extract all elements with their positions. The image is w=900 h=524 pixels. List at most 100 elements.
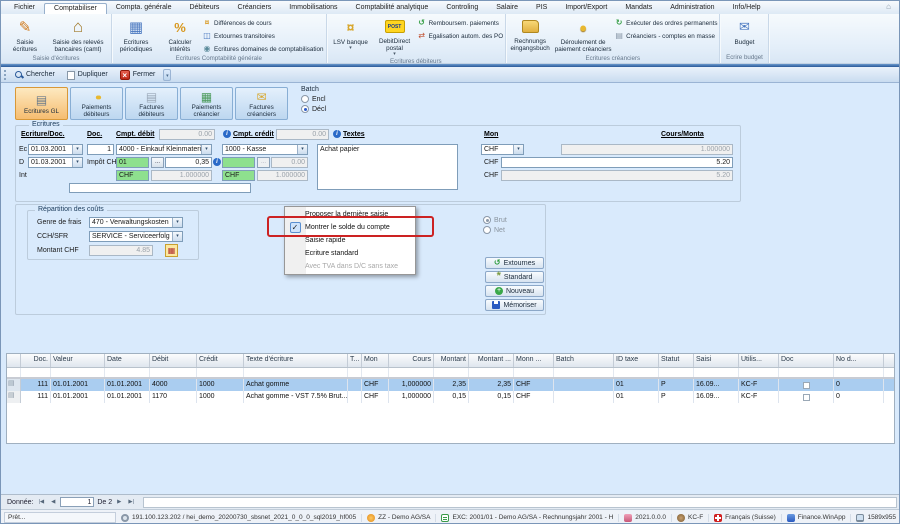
credit-tax-code-field[interactable]: [222, 157, 255, 168]
grid-cell[interactable]: 1,000000: [389, 379, 434, 391]
toolbar-grip[interactable]: [4, 70, 7, 80]
ribbon-options-icon[interactable]: ⌂: [886, 2, 891, 11]
grid-cell[interactable]: 0: [834, 391, 884, 403]
radio-net[interactable]: Net: [483, 226, 507, 234]
ribbon-button-ex-cuter-des-ordres-permanents[interactable]: Exécuter des ordres permanents: [614, 18, 717, 28]
header-cmpt-debit[interactable]: Cmpt. débit: [116, 131, 155, 138]
grid-cell[interactable]: 1000: [197, 391, 244, 403]
ribbon-button-saisie-critures[interactable]: Saisie écritures: [3, 15, 47, 54]
debit-tax-amount-field[interactable]: 0,35: [165, 157, 212, 168]
grid-cell[interactable]: [779, 391, 834, 403]
tab-factures-d-biteurs[interactable]: Factures débiteurs: [125, 87, 178, 120]
ec-date-combo[interactable]: 01.03.2001: [28, 144, 83, 155]
column-header-statut[interactable]: Statut: [659, 354, 694, 367]
ec-doc-field[interactable]: 1: [87, 144, 114, 155]
debit-tax-browse-button[interactable]: ...: [151, 157, 164, 168]
table-row[interactable]: ▤11101.01.200101.01.200140001000Achat go…: [7, 379, 894, 391]
grid-cell[interactable]: 0,15: [434, 391, 469, 403]
grid-cell[interactable]: 0,15: [469, 391, 514, 403]
grid-cell[interactable]: CHF: [514, 379, 554, 391]
menu-item-ecriture-standard[interactable]: Ecriture standard: [285, 247, 415, 260]
ribbon-button-rechnungs-eingangsbuch[interactable]: Rechnungs eingangsbuch: [508, 15, 552, 53]
column-header-no-d[interactable]: No d...: [834, 354, 884, 367]
grid-cell[interactable]: KC-F: [739, 391, 779, 403]
column-header-doc[interactable]: Doc.: [21, 354, 51, 367]
toolbar-button-chercher[interactable]: Chercher: [11, 68, 61, 82]
grid-cell[interactable]: 01: [614, 391, 659, 403]
int-field[interactable]: [69, 183, 251, 193]
menu-item-avec-tva-dans-d-c-sans-taxe[interactable]: Avec TVA dans D/C sans taxe: [285, 260, 415, 273]
tab-ecritures-gl[interactable]: Ecritures GL: [15, 87, 68, 120]
tab-factures-cr-anciers[interactable]: Factures créanciers: [235, 87, 288, 120]
grid-cell[interactable]: [779, 379, 834, 391]
grid-cell[interactable]: Achat gomme: [244, 379, 348, 391]
menu-tab-controling[interactable]: Controling: [437, 3, 487, 14]
menu-tab-compta-g-n-rale[interactable]: Compta. générale: [107, 3, 181, 14]
next-record-button[interactable]: ▶: [115, 497, 123, 507]
record-number-input[interactable]: 1: [60, 497, 94, 507]
toolbar-button-fermer[interactable]: ×Fermer: [116, 68, 162, 82]
column-header-id-taxe[interactable]: ID taxe: [614, 354, 659, 367]
d-date-combo[interactable]: 01.03.2001: [28, 157, 83, 168]
column-header-saisi[interactable]: Saisi: [694, 354, 739, 367]
grid-cell[interactable]: P: [659, 391, 694, 403]
grid-filter-row[interactable]: [7, 368, 894, 379]
grid-cell[interactable]: 01.01.2001: [51, 379, 105, 391]
credit-account-combo[interactable]: 1000 - Kasse: [222, 144, 308, 155]
column-header-texte-d-criture[interactable]: Texte d'écriture: [244, 354, 348, 367]
grid-cell[interactable]: [348, 379, 362, 391]
debit-account-combo[interactable]: 4000 - Einkauf Kleinmaterial: [116, 144, 212, 155]
grid-cell[interactable]: 111: [21, 391, 51, 403]
menu-tab-info-help[interactable]: Info/Help: [724, 3, 770, 14]
column-header-t[interactable]: T...: [348, 354, 362, 367]
grid-cell[interactable]: CHF: [514, 391, 554, 403]
cost-split-icon[interactable]: [165, 244, 178, 257]
montant-field[interactable]: 5.20: [501, 157, 733, 168]
tab-paiements-d-biteurs[interactable]: Paiements débiteurs: [70, 87, 123, 120]
grid-cell[interactable]: 2,35: [469, 379, 514, 391]
grid-cell[interactable]: 01: [614, 379, 659, 391]
grid-cell[interactable]: P: [659, 379, 694, 391]
m-moriser-button[interactable]: Mémoriser: [485, 299, 544, 311]
textes-textarea[interactable]: Achat papier: [317, 144, 458, 190]
menu-tab-d-biteurs[interactable]: Débiteurs: [180, 3, 228, 14]
column-header-doc[interactable]: Doc: [779, 354, 834, 367]
menu-tab-comptabilit-analytique[interactable]: Comptabilité analytique: [347, 3, 438, 14]
menu-tab-import-export[interactable]: Import/Export: [556, 3, 616, 14]
column-header-monn[interactable]: Monn ...: [514, 354, 554, 367]
ribbon-button-saisie-des-relev-s-bancaires-camt[interactable]: Saisie des relevés bancaires (camt): [47, 15, 109, 54]
grid-cell[interactable]: [348, 391, 362, 403]
grid-cell[interactable]: 0: [834, 379, 884, 391]
menu-tab-salaire[interactable]: Salaire: [487, 3, 527, 14]
grid-cell[interactable]: 2,35: [434, 379, 469, 391]
column-header-montant[interactable]: Montant ...: [469, 354, 514, 367]
debit-tax-code-field[interactable]: 01: [116, 157, 149, 168]
table-row[interactable]: ▤11101.01.200101.01.200111701000Achat go…: [7, 391, 894, 403]
ribbon-button-egalisation-autom-des-po[interactable]: Egalisation autom. des PO: [417, 31, 504, 41]
grid-cell[interactable]: 111: [21, 379, 51, 391]
menu-tab-pis[interactable]: PIS: [527, 3, 556, 14]
batch-radio-d-cl[interactable]: Décl: [301, 105, 326, 113]
ribbon-button-remboursem-paiements[interactable]: Remboursem. paiements: [417, 18, 504, 28]
menu-tab-comptabiliser[interactable]: Comptabiliser: [44, 3, 107, 14]
column-header-mon[interactable]: Mon: [362, 354, 389, 367]
column-header-utilis[interactable]: Utilis...: [739, 354, 779, 367]
first-record-button[interactable]: |◀: [36, 497, 46, 507]
grid-cell[interactable]: 1000: [197, 379, 244, 391]
menu-tab-mandats[interactable]: Mandats: [616, 3, 661, 14]
grid-cell[interactable]: 4000: [150, 379, 197, 391]
ribbon-button-d-roulement-de-paiement-cr-anciers[interactable]: Déroulement de paiement créanciers: [552, 15, 614, 54]
toolbar-button-dupliquer[interactable]: Dupliquer: [63, 68, 114, 82]
column-header-montant[interactable]: Montant: [434, 354, 469, 367]
doc-checkbox[interactable]: [803, 382, 810, 389]
standard-button[interactable]: Standard: [485, 271, 544, 283]
grid-cell[interactable]: 01.01.2001: [51, 391, 105, 403]
ribbon-button-lsv-banque[interactable]: LSV banque▾: [329, 15, 373, 51]
header-ecriture-doc[interactable]: Ecriture/Doc.: [21, 131, 65, 138]
ribbon-button-budget[interactable]: Budget: [722, 15, 766, 47]
radio-brut[interactable]: Brut: [483, 216, 507, 224]
column-header-cr-dit[interactable]: Crédit: [197, 354, 244, 367]
toolbar-overflow-button[interactable]: ▾: [163, 69, 171, 81]
mon-combo[interactable]: CHF: [481, 144, 524, 155]
grid-cell[interactable]: 1170: [150, 391, 197, 403]
